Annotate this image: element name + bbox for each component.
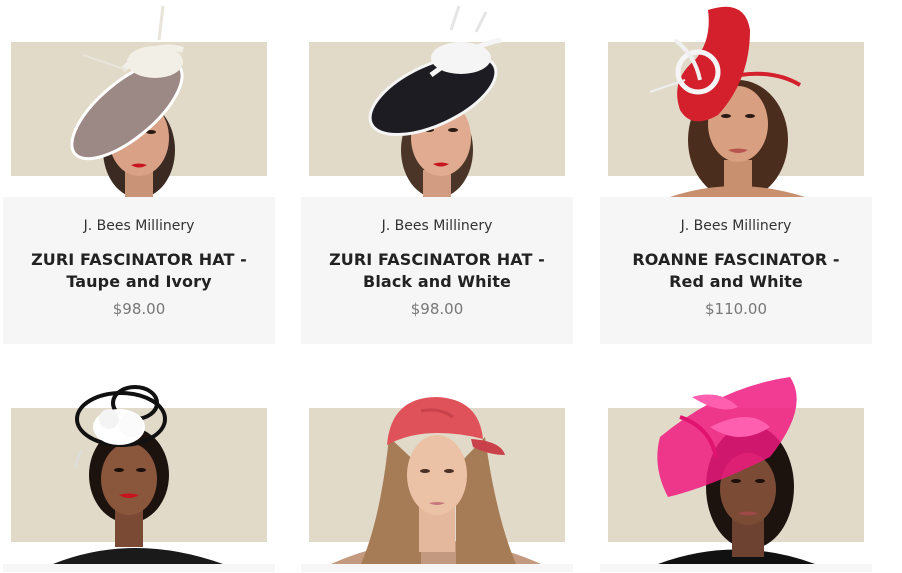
- product-price: $98.00: [112, 300, 166, 318]
- product-info: J. Bees Millinery ZURI FASCINATOR HAT - …: [301, 197, 573, 344]
- product-brand[interactable]: J. Bees Millinery: [301, 217, 573, 235]
- model-illustration: [657, 377, 815, 564]
- product-image[interactable]: [301, 0, 573, 197]
- product-card[interactable]: [301, 367, 573, 572]
- product-card[interactable]: J. Bees Millinery ZURI FASCINATOR HAT - …: [3, 0, 275, 344]
- product-image[interactable]: [600, 367, 872, 564]
- product-info: J. Bees Millinery ZURI FASCINATOR HAT - …: [3, 197, 275, 344]
- product-card[interactable]: J. Bees Millinery ZURI FASCINATOR HAT - …: [301, 0, 573, 344]
- product-image[interactable]: [600, 0, 872, 197]
- product-card[interactable]: J. Bees Millinery ROANNE FASCINATOR - Re…: [600, 0, 872, 344]
- model-illustration: [649, 6, 805, 197]
- model-illustration: [331, 397, 541, 564]
- product-price: $110.00: [704, 300, 768, 318]
- product-title[interactable]: ZURI FASCINATOR HAT - Black and White: [315, 249, 559, 293]
- product-card[interactable]: [600, 367, 872, 572]
- product-price: $98.00: [410, 300, 464, 318]
- product-title[interactable]: ROANNE FASCINATOR - Red and White: [614, 249, 858, 293]
- product-info: [600, 564, 872, 572]
- product-info: J. Bees Millinery ROANNE FASCINATOR - Re…: [600, 197, 872, 344]
- model-illustration: [70, 5, 184, 197]
- product-card[interactable]: [3, 367, 275, 572]
- product-info: [3, 564, 275, 572]
- product-brand[interactable]: J. Bees Millinery: [3, 217, 275, 235]
- model-illustration: [368, 5, 502, 197]
- product-brand[interactable]: J. Bees Millinery: [600, 217, 872, 235]
- product-image[interactable]: [301, 367, 573, 564]
- product-info: [301, 564, 573, 572]
- product-title[interactable]: ZURI FASCINATOR HAT - Taupe and Ivory: [17, 249, 261, 293]
- product-image[interactable]: [3, 0, 275, 197]
- product-image[interactable]: [3, 367, 275, 564]
- model-illustration: [53, 385, 223, 564]
